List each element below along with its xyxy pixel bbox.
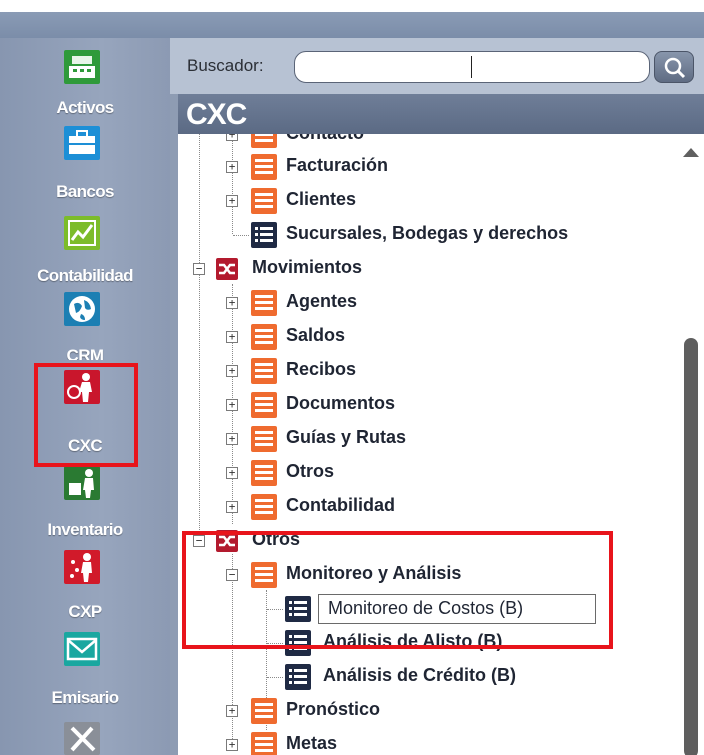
top-margin (0, 0, 704, 12)
tree-connector (267, 677, 283, 678)
tree-item-label: Guías y Rutas (286, 427, 407, 447)
tree-item-clientes[interactable]: + Clientes (178, 186, 678, 216)
detail-list-icon (251, 222, 277, 248)
navigation-tree: + Contacto + Facturación + Clientes Sucu… (178, 134, 704, 755)
section-header: CXC (178, 94, 704, 134)
tree-item-otros-movimientos[interactable]: + Otros (178, 458, 678, 488)
otros-highlight-box (182, 531, 613, 649)
tools-icon (64, 722, 100, 755)
detail-list-icon (285, 664, 311, 690)
tree-item-guias[interactable]: + Guías y Rutas (178, 424, 678, 454)
tree-item-agentes[interactable]: + Agentes (178, 288, 678, 318)
tree-item-contabilidad[interactable]: + Contabilidad (178, 492, 678, 522)
search-input[interactable] (294, 51, 650, 83)
scroll-thumb[interactable] (684, 338, 698, 755)
sidebar-item-cxp[interactable]: CXP (0, 538, 170, 622)
sidebar-item-label: CXP (68, 602, 102, 621)
vertical-scrollbar[interactable] (676, 134, 704, 755)
tree-item-label: Análisis de Crédito (B) (323, 665, 517, 685)
tree-item-label: Otros (286, 461, 335, 481)
tree-item-sucursales[interactable]: Sucursales, Bodegas y derechos (178, 220, 678, 250)
tree-item-label: Movimientos (252, 257, 363, 277)
search-icon (664, 57, 686, 79)
tree-item-documentos[interactable]: + Documentos (178, 390, 678, 420)
sidebar-item-activos[interactable]: Activos (0, 38, 170, 122)
tree-item-metas[interactable]: + Metas (178, 730, 678, 755)
expand-icon: + (226, 195, 238, 207)
sidebar-item-label: Bancos (56, 182, 114, 201)
expand-icon: + (226, 739, 238, 751)
chart-icon (64, 216, 100, 250)
sidebar-item-contabilidad[interactable]: Contabilidad (0, 202, 170, 285)
tree-item-facturacion[interactable]: + Facturación (178, 152, 678, 182)
list-icon (251, 392, 277, 418)
list-icon (251, 426, 277, 452)
list-icon (251, 460, 277, 486)
module-sidebar: Activos Bancos Contabilidad CRM CXC Inve… (0, 38, 170, 755)
sidebar-item-crm[interactable]: CRM (0, 278, 170, 360)
tree-item-label: Agentes (286, 291, 358, 311)
expand-icon: + (226, 297, 238, 309)
sidebar-item-label: Activos (56, 98, 114, 117)
expand-icon: + (226, 705, 238, 717)
tree-item-label: Clientes (286, 189, 357, 209)
tree-item-label: Contacto (286, 134, 364, 144)
cxc-highlight-box (34, 363, 138, 467)
list-icon (251, 134, 277, 148)
expand-icon: + (226, 331, 238, 343)
text-caret (471, 56, 472, 78)
tree-item-label: Saldos (286, 325, 346, 345)
expand-icon: + (226, 365, 238, 377)
tree-item-movimientos[interactable]: − Movimientos (178, 254, 678, 284)
search-label: Buscador: (187, 56, 264, 75)
sidebar-item-label: Emisario (51, 688, 119, 707)
tree-item-pronostico[interactable]: + Pronóstico (178, 696, 678, 726)
tree-item-label: Facturación (286, 155, 389, 175)
list-icon (251, 494, 277, 520)
window-titlebar (0, 12, 704, 38)
list-icon (251, 290, 277, 316)
list-icon (251, 358, 277, 384)
list-icon (251, 732, 277, 755)
expand-icon: + (226, 467, 238, 479)
expand-icon: + (226, 399, 238, 411)
list-icon (251, 698, 277, 724)
collapse-icon: − (193, 263, 205, 275)
search-bar: Buscador: (170, 38, 704, 94)
tree-item-label: Contabilidad (286, 495, 395, 515)
sidebar-item-emisario[interactable]: Emisario (0, 622, 170, 707)
list-icon (251, 188, 277, 214)
envelope-icon (64, 632, 100, 666)
cxp-person-icon (64, 550, 100, 584)
list-icon (251, 324, 277, 350)
sidebar-item-label: Inventario (47, 520, 123, 539)
tree-item-label: Sucursales, Bodegas y derechos (286, 223, 569, 243)
tree-item-analisis-credito[interactable]: Análisis de Crédito (B) (178, 662, 678, 692)
page-title: CXC (186, 98, 247, 131)
expand-icon: + (226, 161, 238, 173)
briefcase-icon (64, 126, 100, 160)
tree-item-recibos[interactable]: + Recibos (178, 356, 678, 386)
tree-item-label: Metas (286, 733, 338, 753)
expand-icon: + (226, 501, 238, 513)
tree-item-label: Documentos (286, 393, 396, 413)
list-icon (251, 154, 277, 180)
search-button[interactable] (654, 51, 694, 83)
shuffle-icon (216, 258, 238, 280)
tree-item-saldos[interactable]: + Saldos (178, 322, 678, 352)
tree-item-label: Recibos (286, 359, 357, 379)
tree-item-label: Pronóstico (286, 699, 381, 719)
tree-connector (233, 235, 249, 236)
sidebar-item-bancos[interactable]: Bancos (0, 122, 170, 202)
expand-icon: + (226, 134, 238, 141)
expand-icon: + (226, 433, 238, 445)
scroll-up-arrow-icon[interactable] (683, 148, 699, 157)
tree-item-contacto[interactable]: + Contacto (178, 134, 678, 150)
sidebar-item-tools[interactable] (0, 706, 170, 755)
cash-register-icon (64, 50, 100, 84)
inventory-person-icon (64, 466, 100, 500)
globe-icon (64, 292, 100, 326)
